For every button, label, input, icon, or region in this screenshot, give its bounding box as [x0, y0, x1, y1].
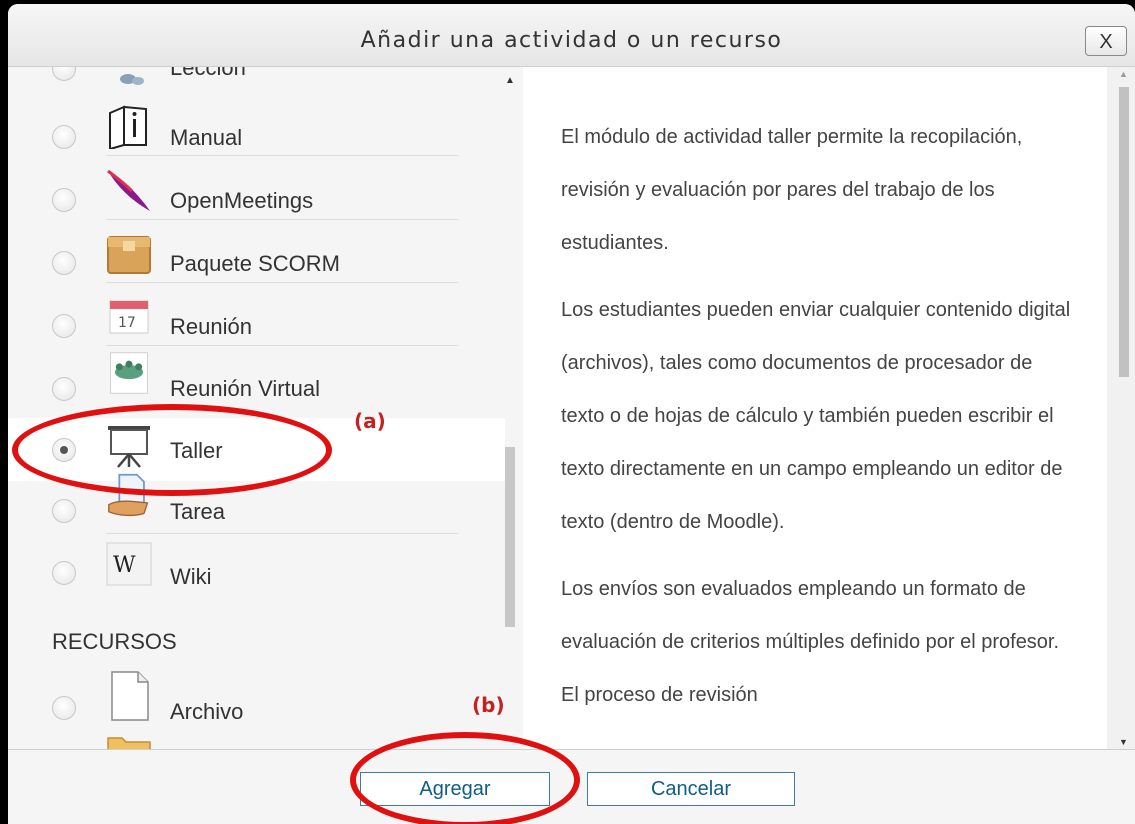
- option-radio[interactable]: [52, 314, 76, 338]
- divider: [106, 155, 458, 156]
- description-paragraph: El módulo de actividad taller permite la…: [561, 126, 1023, 254]
- option-label: Lección: [170, 67, 246, 80]
- option-openmeetings[interactable]: OpenMeetings: [8, 167, 505, 230]
- option-radio[interactable]: [52, 377, 76, 401]
- module-options-list[interactable]: Lección Manual OpenMeetings Paquete SCOR…: [8, 67, 505, 749]
- option-radio[interactable]: [52, 125, 76, 149]
- description-scrollbar[interactable]: ▲ ▼: [1107, 67, 1135, 749]
- option-label: Reunión: [170, 314, 252, 339]
- description-paragraph: Los estudiantes pueden enviar cualquier …: [561, 299, 1071, 533]
- folder-icon: [107, 737, 151, 749]
- option-archivo[interactable]: Archivo: [8, 671, 505, 735]
- divider: [106, 345, 458, 346]
- svg-text:W: W: [113, 553, 136, 578]
- dialog-title: Añadir una actividad o un recurso: [360, 28, 783, 53]
- option-radio[interactable]: [52, 67, 76, 81]
- close-icon: X: [1099, 31, 1113, 53]
- option-label: OpenMeetings: [170, 188, 314, 213]
- option-reunion-virtual[interactable]: Reunión Virtual: [8, 352, 505, 418]
- lesson-icon: [120, 74, 144, 85]
- meeting-icon: [110, 352, 148, 394]
- option-radio[interactable]: [52, 561, 76, 585]
- cancel-button[interactable]: Cancelar: [587, 772, 795, 806]
- option-manual[interactable]: Manual: [8, 105, 505, 168]
- option-radio[interactable]: [52, 188, 76, 212]
- divider: [106, 533, 458, 534]
- option-radio[interactable]: [52, 696, 76, 720]
- option-label: Tarea: [170, 499, 226, 524]
- resources-heading: RECURSOS: [52, 629, 177, 654]
- option-wiki[interactable]: W Wiki: [8, 542, 505, 605]
- option-paquete-scorm[interactable]: Paquete SCORM: [8, 230, 505, 293]
- option-label: Wiki: [170, 564, 212, 589]
- option-label: Archivo: [170, 699, 244, 724]
- options-scrollbar[interactable]: ▲: [505, 67, 523, 749]
- svg-text:17: 17: [118, 315, 136, 331]
- description-paragraph: Los envíos son evaluados empleando un fo…: [561, 578, 1060, 706]
- module-description-pane: El módulo de actividad taller permite la…: [523, 67, 1107, 749]
- book-icon: [109, 105, 147, 149]
- annotation-label-a: (a): [354, 409, 386, 433]
- option-tarea[interactable]: Tarea: [8, 473, 505, 544]
- divider: [106, 282, 458, 283]
- calendar-icon: 17: [109, 300, 149, 334]
- option-radio[interactable]: [52, 251, 76, 275]
- scroll-up-arrow-icon[interactable]: ▲: [1119, 69, 1128, 79]
- option-label: Manual: [170, 125, 243, 150]
- option-radio[interactable]: [52, 499, 76, 523]
- annotation-ellipse-b: [350, 732, 580, 824]
- option-reunion[interactable]: 17 Reunión: [8, 293, 505, 356]
- module-description: El módulo de actividad taller permite la…: [561, 111, 1081, 736]
- scrollbar-thumb[interactable]: [1119, 87, 1129, 377]
- package-icon: [107, 236, 151, 274]
- scroll-up-arrow-icon[interactable]: ▲: [505, 75, 515, 86]
- close-button[interactable]: X: [1085, 26, 1127, 56]
- divider: [106, 219, 458, 220]
- annotation-label-b: (b): [472, 693, 505, 717]
- add-activity-dialog: Añadir una actividad o un recurso X Lecc…: [8, 4, 1135, 824]
- option-leccion[interactable]: Lección: [8, 67, 505, 100]
- option-label: Reunión Virtual: [170, 376, 321, 401]
- feather-icon: [107, 169, 150, 211]
- option-label: Paquete SCORM: [170, 251, 340, 276]
- wiki-icon: W: [106, 542, 152, 586]
- scroll-down-arrow-icon[interactable]: ▼: [1119, 737, 1128, 747]
- dialog-titlebar: Añadir una actividad o un recurso X: [8, 4, 1135, 67]
- file-icon: [111, 671, 149, 721]
- scrollbar-thumb[interactable]: [505, 447, 515, 627]
- annotation-ellipse-a: [12, 404, 332, 496]
